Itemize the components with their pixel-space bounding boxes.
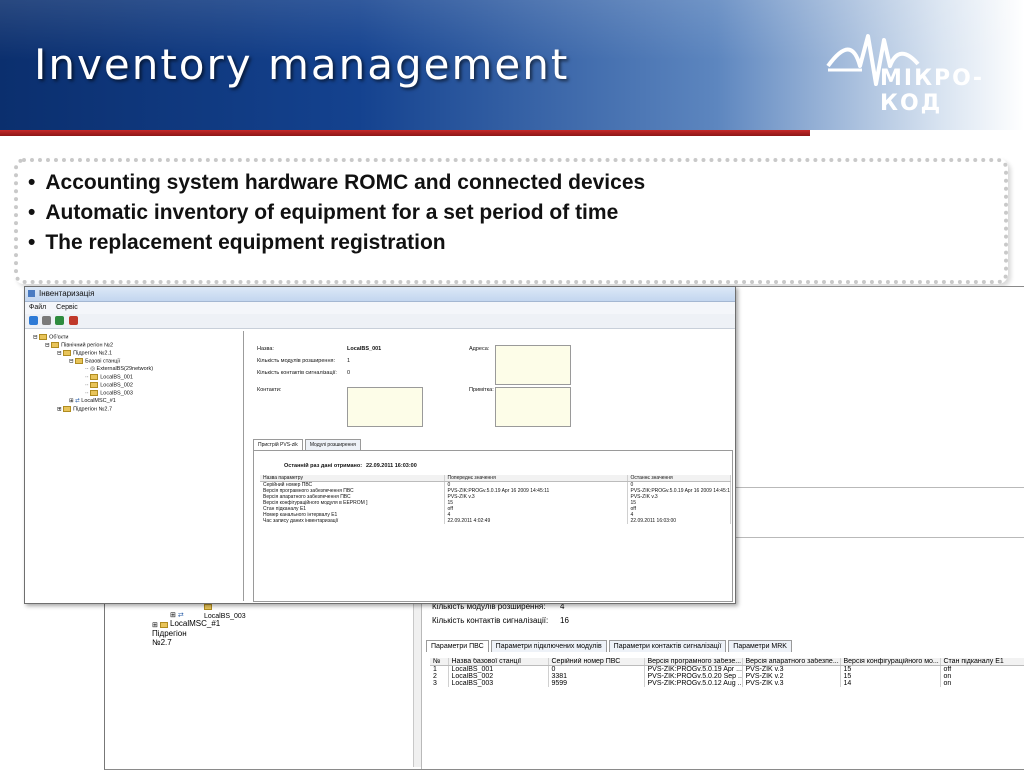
header-red-line: [0, 130, 810, 136]
bullet-item: Automatic inventory of equipment for a s…: [28, 200, 645, 230]
modules-label: Кількість модулів розширення:: [257, 358, 335, 364]
back-table: № Назва базової станції Серійний номер П…: [430, 658, 1024, 687]
contacts-field[interactable]: [347, 387, 423, 427]
contacts-label: Кількість контактів сигналізації:: [432, 616, 549, 625]
bullet-list: Accounting system hardware ROMC and conn…: [28, 170, 645, 260]
tree-item[interactable]: ⊞ Підрегіон №2.7: [57, 406, 112, 412]
last-data-value: 22.09.2011 16:03:00: [366, 463, 417, 469]
tree-item[interactable]: ·· ◎ ExternalBS(29network): [85, 366, 153, 372]
window-titlebar[interactable]: Інвентаризація: [25, 287, 735, 302]
contacts-count-label: Кількість контактів сигналізації:: [257, 370, 337, 376]
tab-pvs-zik[interactable]: Пристрій PVS-zik: [253, 439, 303, 450]
device-tab-panel: Останній раз дані отримано: 22.09.2011 1…: [253, 450, 733, 602]
menu-service[interactable]: Сервіс: [56, 304, 78, 311]
table-row[interactable]: 3 LocalBS_003 9599 PVS-ZIK:PROGv.5.0.12 Aug…: [430, 680, 1024, 687]
app-icon: [28, 290, 35, 297]
col-header[interactable]: Назва базової станції: [448, 658, 549, 666]
contacts-count-value: 0: [347, 370, 351, 376]
col-header[interactable]: Версія конфігураційного мо...: [840, 658, 941, 666]
network-icon: ⇄: [177, 612, 184, 619]
note-field[interactable]: [495, 387, 571, 427]
menu-bar: Файл Сервіс: [25, 302, 735, 314]
col-header[interactable]: №: [430, 658, 449, 666]
tree-item[interactable]: ·· LocalBS_001: [85, 374, 133, 380]
address-field[interactable]: [495, 345, 571, 385]
tree-item[interactable]: ⊟ Північний регіон №2: [45, 342, 113, 348]
name-value: LocalBS_001: [347, 346, 382, 352]
details-panel: Назва: LocalBS_001 Адреса: Кількість мод…: [247, 331, 733, 602]
device-tabs: Пристрій PVS-zik Модулі розширення: [253, 439, 363, 450]
tab-pvs-params[interactable]: Параметри ПВС: [426, 640, 489, 652]
settings-icon[interactable]: [42, 316, 52, 325]
object-tree: ⊟ Об'єкти ⊟ Північний регіон №2 ⊟ Підрег…: [27, 331, 244, 601]
col-header[interactable]: Версія апаратного забезпе...: [742, 658, 841, 666]
bullet-item: Accounting system hardware ROMC and conn…: [28, 170, 645, 200]
refresh-icon[interactable]: [29, 316, 38, 325]
slide-title: Inventory management: [34, 40, 570, 89]
tree-item[interactable]: ·· LocalBS_003: [85, 390, 133, 396]
menu-file[interactable]: Файл: [29, 304, 46, 311]
tree-item[interactable]: ⊟ Базові станції: [69, 358, 120, 364]
tab-contacts-params[interactable]: Параметри контактів сигналізації: [608, 640, 727, 652]
external-bs-icon: ◎: [90, 366, 96, 372]
tab-expansion-modules[interactable]: Модулі розширення: [304, 439, 361, 450]
tab-mrk-params[interactable]: Параметри MRK: [728, 640, 792, 652]
inventory-window: Інвентаризація Файл Сервіс ⊟ Об'єкти ⊟ П…: [24, 286, 736, 604]
col-header[interactable]: Серійний номер ПВС: [548, 658, 645, 666]
last-data-label: Останній раз дані отримано:: [284, 463, 363, 469]
name-label: Назва:: [257, 346, 274, 352]
table-row[interactable]: Час запису даних інвентаризації 22.09.201…: [260, 518, 731, 524]
bullet-item: The replacement equipment registration: [28, 230, 645, 260]
exit-icon[interactable]: [68, 316, 78, 325]
tab-modules-params[interactable]: Параметри підключених модулів: [490, 640, 607, 652]
params-table: Назва параметру Попереднє значення Остан…: [260, 475, 731, 524]
window-title: Інвентаризація: [39, 289, 95, 298]
tree-item[interactable]: ⊟ Підрегіон №2.1: [57, 350, 112, 356]
col-header[interactable]: Версія програмного забезе...: [644, 658, 743, 666]
contacts-value: 16: [560, 616, 569, 625]
contacts-label: Контакти:: [257, 387, 282, 393]
logo-text: МІКРО-КОД: [880, 66, 985, 116]
toolbar: [25, 314, 735, 329]
table-row[interactable]: 2 LocalBS_002 3381 PVS-ZIK:PROGv.5.0.20 Sep…: [430, 673, 1024, 680]
network-icon: ⇄: [75, 398, 80, 404]
tree-item[interactable]: ⊞ Підрегіон №2.7: [152, 620, 187, 647]
note-label: Примітка:: [469, 387, 494, 393]
excel-export-icon[interactable]: [55, 316, 65, 325]
tree-item[interactable]: ⊞ ⇄ LocalMSC_#1: [69, 398, 116, 404]
table-row[interactable]: 1 LocalBS_001 0 PVS-ZIK:PROGv.5.0.19 Apr ..…: [430, 665, 1024, 673]
address-label: Адреса:: [469, 346, 490, 352]
tree-item[interactable]: ·· LocalBS_002: [85, 382, 133, 388]
back-tabs: Параметри ПВС Параметри підключених модул…: [426, 640, 794, 652]
tree-item[interactable]: ⊟ Об'єкти: [33, 334, 69, 340]
col-header[interactable]: Стан підканалу Е1: [940, 658, 1024, 666]
modules-value: 1: [347, 358, 351, 364]
